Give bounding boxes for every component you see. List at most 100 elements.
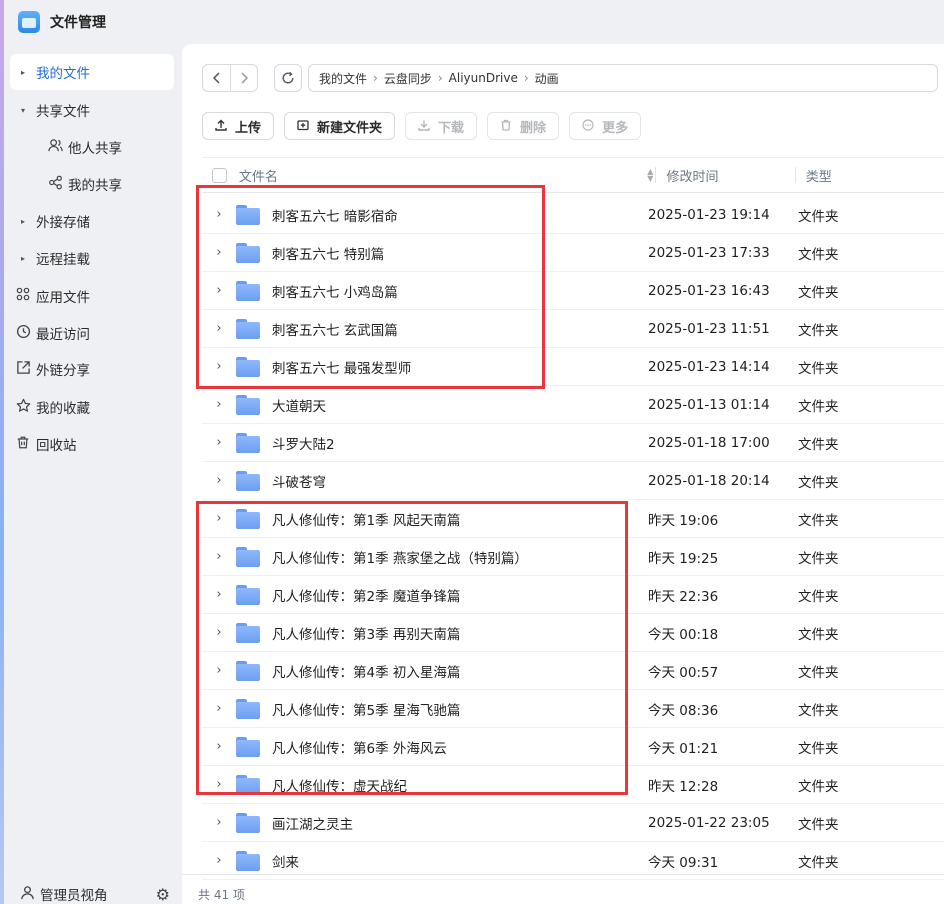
file-name[interactable]: 凡人修仙传：第3季 再别天南篇	[272, 623, 648, 643]
upload-button[interactable]: 上传	[202, 112, 275, 140]
folder-icon	[236, 356, 260, 377]
file-type: 文件夹	[798, 816, 839, 833]
sidebar-item-my-shares[interactable]: 我的共享	[10, 166, 174, 202]
new-folder-button[interactable]: 新建文件夹	[284, 112, 396, 140]
breadcrumb-item-current[interactable]: 动画	[535, 70, 559, 87]
expand-chevron-icon[interactable]: ›	[202, 321, 236, 336]
refresh-icon	[282, 71, 294, 84]
file-name[interactable]: 凡人修仙传：第5季 星海飞驰篇	[272, 699, 648, 719]
modified-time: 2025-01-23 16:43	[648, 282, 770, 299]
sidebar-item-shared-files[interactable]: ▾ 共享文件	[10, 92, 174, 128]
file-name[interactable]: 画江湖之灵主	[272, 813, 648, 833]
file-name[interactable]: 斗破苍穹	[272, 471, 648, 491]
table-row[interactable]: › 凡人修仙传：第1季 风起天南篇 昨天 19:06 文件夹	[202, 500, 944, 538]
expand-chevron-icon[interactable]: ›	[202, 587, 236, 602]
file-name[interactable]: 刺客五六七 玄武国篇	[272, 319, 648, 339]
sidebar-item-favorites[interactable]: 我的收藏	[10, 389, 174, 425]
table-row[interactable]: › 刺客五六七 暗影宿命 2025-01-23 19:14 文件夹	[202, 196, 944, 234]
table-row[interactable]: › 凡人修仙传：第5季 星海飞驰篇 今天 08:36 文件夹	[202, 690, 944, 728]
modified-time: 2025-01-23 17:33	[648, 244, 770, 261]
table-row[interactable]: › 刺客五六七 玄武国篇 2025-01-23 11:51 文件夹	[202, 310, 944, 348]
more-button[interactable]: 更多	[569, 112, 642, 140]
breadcrumb-item[interactable]: 云盘同步	[384, 70, 432, 87]
app-title: 文件管理	[50, 15, 106, 31]
expand-chevron-icon[interactable]: ›	[202, 549, 236, 564]
breadcrumb[interactable]: 我的文件 › 云盘同步 › AliyunDrive › 动画	[308, 64, 938, 92]
table-row[interactable]: › 画江湖之灵主 2025-01-22 23:05 文件夹	[202, 804, 944, 842]
select-all-checkbox[interactable]	[212, 167, 227, 183]
file-name[interactable]: 刺客五六七 暗影宿命	[272, 205, 648, 225]
breadcrumb-item[interactable]: AliyunDrive	[449, 71, 518, 85]
sidebar-item-link-share[interactable]: 外链分享	[10, 351, 174, 387]
expand-chevron-icon[interactable]: ›	[202, 777, 236, 792]
sidebar-item-recent[interactable]: 最近访问	[10, 315, 174, 351]
file-name[interactable]: 刺客五六七 最强发型师	[272, 357, 648, 377]
file-name[interactable]: 刺客五六七 特别篇	[272, 243, 648, 263]
sort-icon[interactable]: ▲ ▼	[647, 168, 653, 183]
user-icon	[14, 885, 40, 904]
breadcrumb-separator-icon: ›	[373, 71, 378, 85]
modified-time: 昨天 19:25	[648, 550, 719, 567]
table-row[interactable]: › 凡人修仙传：第4季 初入星海篇 今天 00:57 文件夹	[202, 652, 944, 690]
gear-icon[interactable]: ⚙	[156, 885, 170, 904]
refresh-button[interactable]	[274, 64, 302, 92]
sidebar-item-external-storage[interactable]: ▸ 外接存储	[10, 203, 174, 239]
table-row[interactable]: › 凡人修仙传：虚天战纪 昨天 12:28 文件夹	[202, 766, 944, 804]
expand-chevron-icon[interactable]: ›	[202, 853, 236, 868]
file-name[interactable]: 剑来	[272, 851, 648, 871]
download-button[interactable]: 下载	[405, 112, 478, 140]
caret-right-icon: ▸	[20, 67, 25, 77]
sidebar-item-others-shared[interactable]: 他人共享	[10, 129, 174, 165]
expand-chevron-icon[interactable]: ›	[202, 473, 236, 488]
table-row[interactable]: › 刺客五六七 最强发型师 2025-01-23 14:14 文件夹	[202, 348, 944, 386]
file-name[interactable]: 凡人修仙传：第1季 风起天南篇	[272, 509, 648, 529]
table-row[interactable]: › 凡人修仙传：第1季 燕家堡之战（特别篇） 昨天 19:25 文件夹	[202, 538, 944, 576]
expand-chevron-icon[interactable]: ›	[202, 625, 236, 640]
file-name[interactable]: 大道朝天	[272, 395, 648, 415]
file-name[interactable]: 凡人修仙传：第6季 外海风云	[272, 737, 648, 757]
file-type: 文件夹	[798, 398, 839, 415]
file-name[interactable]: 斗罗大陆2	[272, 433, 648, 453]
sidebar-item-my-files[interactable]: ▸ 我的文件	[10, 54, 174, 90]
expand-chevron-icon[interactable]: ›	[202, 283, 236, 298]
table-row[interactable]: › 斗罗大陆2 2025-01-18 17:00 文件夹	[202, 424, 944, 462]
column-header-type[interactable]: 类型	[796, 166, 944, 185]
expand-chevron-icon[interactable]: ›	[202, 245, 236, 260]
expand-chevron-icon[interactable]: ›	[202, 435, 236, 450]
column-header-time[interactable]: 修改时间	[656, 166, 794, 185]
file-name[interactable]: 凡人修仙传：第2季 魔道争锋篇	[272, 585, 648, 605]
caret-down-icon: ▾	[20, 105, 25, 115]
expand-chevron-icon[interactable]: ›	[202, 207, 236, 222]
expand-chevron-icon[interactable]: ›	[202, 359, 236, 374]
folder-icon	[236, 242, 260, 263]
expand-chevron-icon[interactable]: ›	[202, 511, 236, 526]
expand-chevron-icon[interactable]: ›	[202, 739, 236, 754]
expand-chevron-icon[interactable]: ›	[202, 701, 236, 716]
expand-chevron-icon[interactable]: ›	[202, 815, 236, 830]
table-row[interactable]: › 斗破苍穹 2025-01-18 20:14 文件夹	[202, 462, 944, 500]
column-header-name[interactable]: 文件名 ▲ ▼	[239, 166, 656, 185]
table-row[interactable]: › 凡人修仙传：第6季 外海风云 今天 01:21 文件夹	[202, 728, 944, 766]
file-name[interactable]: 刺客五六七 小鸡岛篇	[272, 281, 648, 301]
delete-button[interactable]: 删除	[487, 112, 560, 140]
breadcrumb-item[interactable]: 我的文件	[319, 70, 367, 87]
table-row[interactable]: › 大道朝天 2025-01-13 01:14 文件夹	[202, 386, 944, 424]
file-name[interactable]: 凡人修仙传：第1季 燕家堡之战（特别篇）	[272, 547, 648, 567]
file-name[interactable]: 凡人修仙传：第4季 初入星海篇	[272, 661, 648, 681]
sidebar-item-remote-mount[interactable]: ▸ 远程挂载	[10, 240, 174, 276]
sidebar-item-app-files[interactable]: 应用文件	[10, 278, 174, 314]
back-button[interactable]	[203, 65, 230, 91]
table-row[interactable]: › 刺客五六七 特别篇 2025-01-23 17:33 文件夹	[202, 234, 944, 272]
file-name[interactable]: 凡人修仙传：虚天战纪	[272, 775, 648, 795]
admin-view-toggle[interactable]: 管理员视角 ⚙	[14, 880, 174, 904]
table-row[interactable]: › 凡人修仙传：第2季 魔道争锋篇 昨天 22:36 文件夹	[202, 576, 944, 614]
table-row[interactable]: › 凡人修仙传：第3季 再别天南篇 今天 00:18 文件夹	[202, 614, 944, 652]
forward-button[interactable]	[230, 65, 257, 91]
table-row[interactable]: › 刺客五六七 小鸡岛篇 2025-01-23 16:43 文件夹	[202, 272, 944, 310]
file-type: 文件夹	[798, 322, 839, 339]
file-table-header: 文件名 ▲ ▼ 修改时间 类型	[202, 157, 944, 193]
sidebar-item-recycle-bin[interactable]: 回收站	[10, 426, 174, 462]
folder-icon	[236, 470, 260, 491]
expand-chevron-icon[interactable]: ›	[202, 663, 236, 678]
expand-chevron-icon[interactable]: ›	[202, 397, 236, 412]
